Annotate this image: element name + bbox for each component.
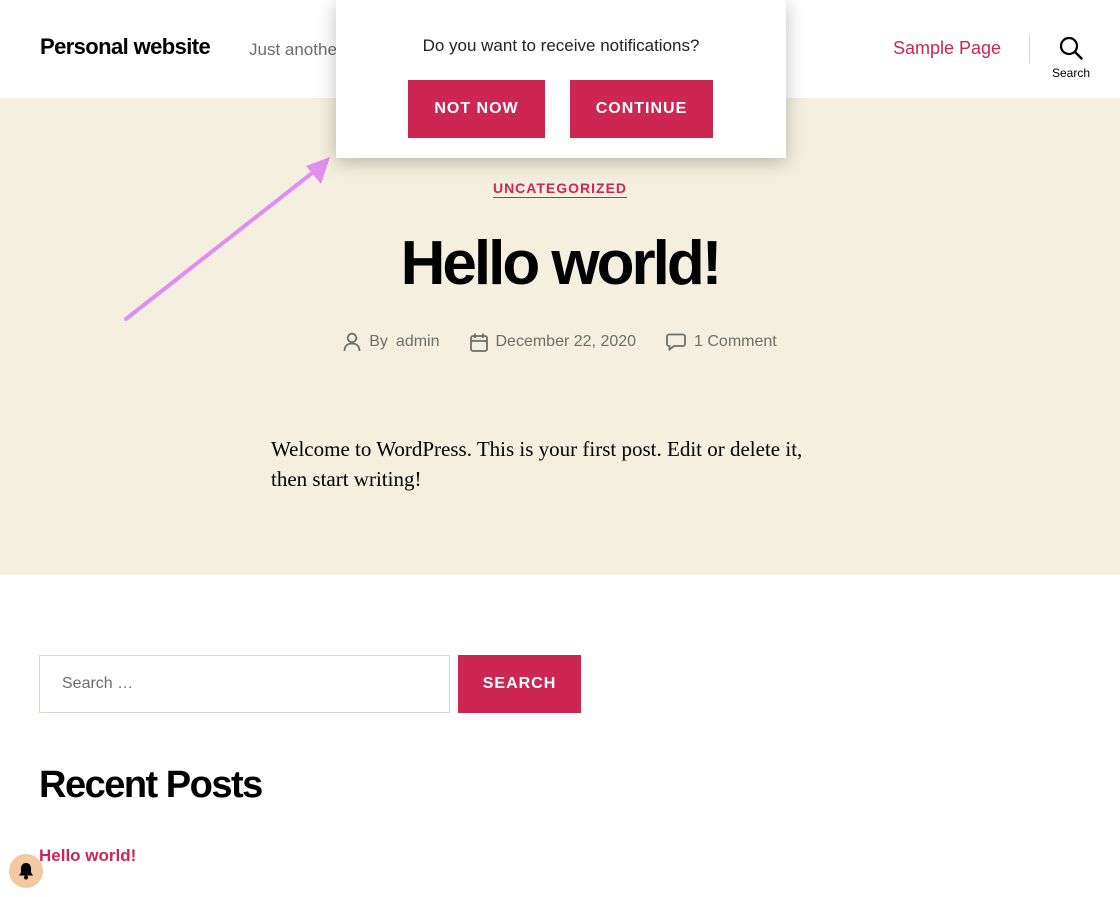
not-now-button[interactable]: NOT NOW	[408, 80, 545, 138]
search-toggle-button[interactable]: Search	[1046, 34, 1096, 84]
post-author: By admin	[343, 332, 440, 352]
search-icon	[1059, 36, 1083, 60]
post-body: Welcome to WordPress. This is your first…	[271, 437, 803, 491]
site-title[interactable]: Personal website	[40, 34, 211, 60]
search-form: SEARCH	[39, 655, 581, 713]
author-link[interactable]: admin	[396, 333, 440, 351]
calendar-icon	[469, 333, 488, 352]
annotation-arrow	[124, 157, 330, 321]
person-icon	[343, 332, 361, 352]
notification-bell-button[interactable]	[9, 854, 43, 888]
category-link[interactable]: UNCATEGORIZED	[493, 180, 627, 196]
author-prefix: By	[369, 333, 388, 350]
post-meta: By admin December 22, 2020 1 Comment	[0, 332, 1120, 352]
comments-link[interactable]: 1 Comment	[694, 333, 777, 351]
post-comments: 1 Comment	[666, 332, 777, 352]
recent-post-link[interactable]: Hello world!	[39, 846, 136, 866]
site-tagline: Just anothe	[249, 40, 337, 59]
nav-divider	[1029, 35, 1030, 63]
recent-posts-heading: Recent Posts	[39, 764, 263, 806]
search-toggle-label: Search	[1051, 66, 1091, 80]
notification-message: Do you want to receive notifications?	[422, 36, 700, 55]
bell-icon	[19, 863, 33, 880]
post-date: December 22, 2020	[469, 332, 637, 352]
continue-button[interactable]: CONTINUE	[570, 80, 713, 138]
search-input[interactable]	[39, 655, 450, 713]
search-submit-button[interactable]: SEARCH	[458, 655, 581, 713]
nav-sample-page[interactable]: Sample Page	[893, 38, 1001, 59]
date-link[interactable]: December 22, 2020	[496, 333, 637, 351]
notification-prompt: Do you want to receive notifications? NO…	[336, 0, 786, 158]
comment-icon	[666, 333, 686, 351]
